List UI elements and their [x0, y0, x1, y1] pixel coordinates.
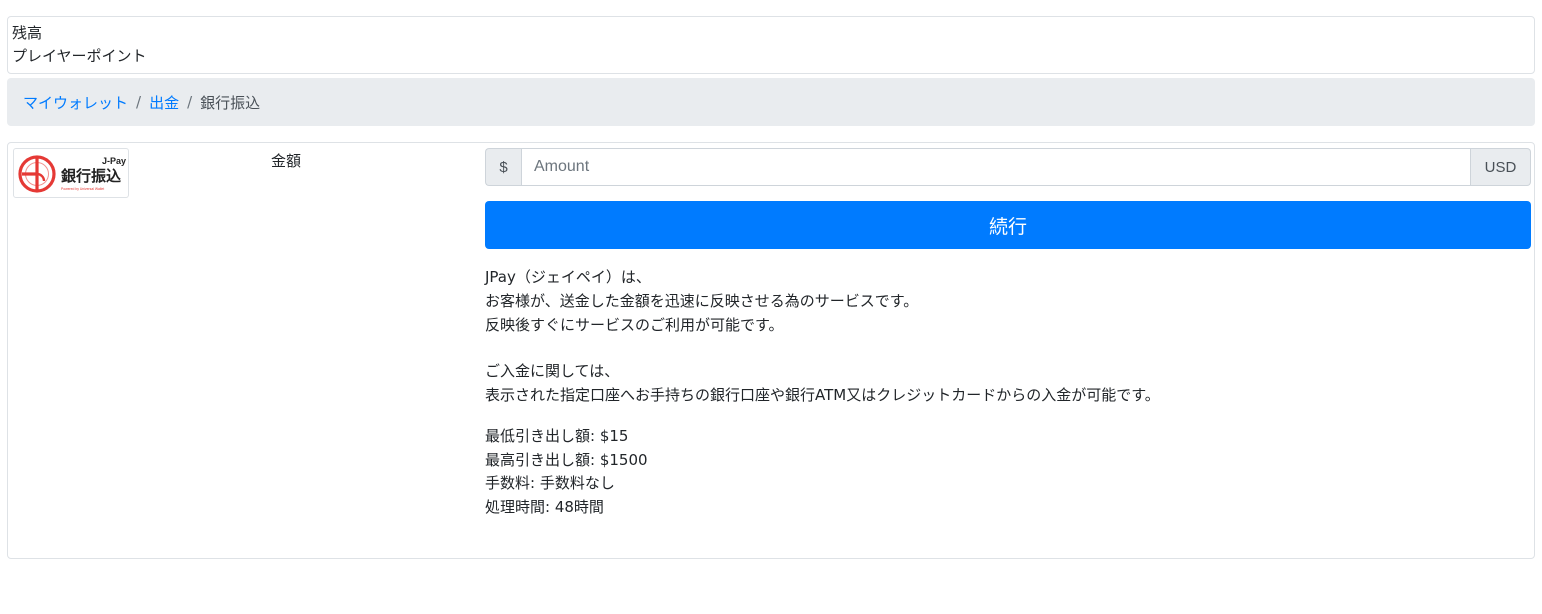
description-line: JPay（ジェイペイ）は、 — [485, 268, 651, 286]
amount-input-group: $ USD — [485, 148, 1531, 186]
description-line: ご入金に関しては、 — [485, 362, 620, 380]
amount-input[interactable] — [521, 148, 1471, 186]
continue-button[interactable]: 続行 — [485, 201, 1531, 249]
currency-symbol-addon: $ — [485, 148, 521, 186]
breadcrumb-separator: / — [187, 93, 193, 111]
svg-text:銀行振込: 銀行振込 — [61, 167, 121, 185]
payment-method-card: J-Pay 銀行振込 Powered by Universal Wallet 金… — [7, 142, 1535, 559]
amount-label: 金額 — [271, 152, 302, 170]
max-withdrawal: 最高引き出し額: $1500 — [485, 450, 648, 469]
min-withdrawal: 最低引き出し額: $15 — [485, 427, 629, 445]
description-line: 表示された指定口座へお手持ちの銀行口座や銀行ATM又はクレジットカードからの入金… — [485, 386, 1160, 404]
method-description: JPay（ジェイペイ）は、 お客様が、送金した金額を迅速に反映させる為のサービス… — [485, 265, 1531, 407]
player-points-label: プレイヤーポイント — [12, 47, 147, 65]
balance-panel: 残高 プレイヤーポイント — [7, 16, 1535, 74]
breadcrumb-item-withdrawal[interactable]: 出金 — [149, 92, 179, 113]
jpay-logo-icon: J-Pay 銀行振込 Powered by Universal Wallet — [18, 155, 126, 193]
balance-label: 残高 — [12, 24, 43, 42]
currency-code-addon: USD — [1471, 148, 1531, 186]
description-line: 反映後すぐにサービスのご利用が可能です。 — [485, 316, 784, 334]
svg-text:Powered by Universal Wallet: Powered by Universal Wallet — [61, 187, 104, 191]
processing-time: 処理時間: 48時間 — [485, 497, 604, 516]
jpay-bank-transfer-logo: J-Pay 銀行振込 Powered by Universal Wallet — [13, 148, 129, 198]
fee-info: 手数料: 手数料なし — [485, 474, 615, 492]
breadcrumb-item-my-wallet[interactable]: マイウォレット — [23, 92, 128, 113]
description-line: お客様が、送金した金額を迅速に反映させる為のサービスです。 — [485, 292, 919, 310]
svg-text:J-Pay: J-Pay — [102, 156, 126, 166]
breadcrumb: マイウォレット / 出金 / 銀行振込 — [7, 78, 1535, 126]
withdrawal-limits-info: 最低引き出し額: $15 最高引き出し額: $1500 手数料: 手数料なし 処… — [485, 425, 648, 519]
breadcrumb-separator: / — [136, 93, 142, 111]
breadcrumb-current-bank-transfer: 銀行振込 — [200, 93, 261, 112]
